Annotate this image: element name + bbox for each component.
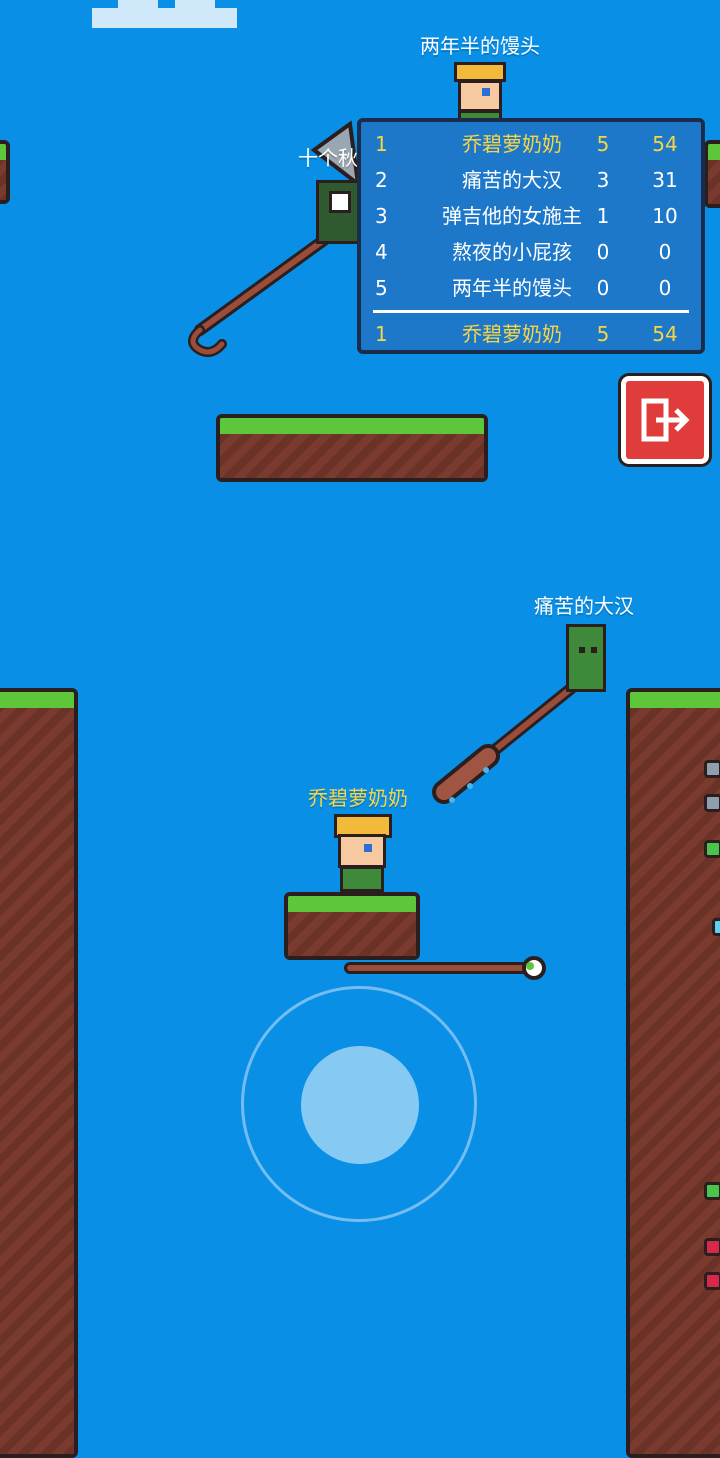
exit-door-arrow-icon xyxy=(641,398,690,442)
score: 0 xyxy=(658,240,672,264)
rank: 1 xyxy=(375,132,388,156)
exit-button[interactable] xyxy=(621,376,709,464)
player-name: 弹吉他的女施主 xyxy=(442,204,582,228)
rank: 5 xyxy=(375,276,388,300)
player-name-top: 两年半的馒头 xyxy=(420,34,540,58)
player-name: 乔碧萝奶奶 xyxy=(462,132,562,156)
kills: 0 xyxy=(596,240,610,264)
score: 10 xyxy=(652,204,678,228)
leaderboard-row: 4 熬夜的小屁孩 0 0 xyxy=(361,234,701,270)
player-avatar-partial xyxy=(316,180,360,244)
player-name: 痛苦的大汉 xyxy=(462,168,562,192)
score: 54 xyxy=(652,322,678,346)
player-name-self: 乔碧萝奶奶 xyxy=(308,786,408,810)
leaderboard-panel: 1 乔碧萝奶奶 5 54 2 痛苦的大汉 3 31 3 弹吉他的女施主 1 10… xyxy=(357,118,705,354)
kills: 5 xyxy=(596,322,610,346)
player-name: 熬夜的小屁孩 xyxy=(452,240,572,264)
player-name-partial: 十个秋 xyxy=(298,146,358,170)
kills: 5 xyxy=(596,132,610,156)
rank: 4 xyxy=(375,240,388,264)
score: 54 xyxy=(652,132,678,156)
score: 31 xyxy=(652,168,678,192)
score: 0 xyxy=(658,276,672,300)
kills: 0 xyxy=(596,276,610,300)
player-name-right: 痛苦的大汉 xyxy=(534,594,634,618)
player-avatar-right xyxy=(566,624,606,692)
player-name: 乔碧萝奶奶 xyxy=(462,322,562,346)
leaderboard-row: 5 两年半的馒头 0 0 xyxy=(361,270,701,306)
staff-weapon xyxy=(344,956,546,980)
leaderboard-divider xyxy=(373,310,689,313)
leaderboard-self-row: 1 乔碧萝奶奶 5 54 xyxy=(361,316,701,352)
joystick-knob[interactable] xyxy=(301,1046,419,1164)
rank: 1 xyxy=(375,322,388,346)
player-avatar-self xyxy=(332,814,394,892)
leaderboard-row: 3 弹吉他的女施主 1 10 xyxy=(361,198,701,234)
player-avatar-top xyxy=(450,62,510,122)
player-name: 两年半的馒头 xyxy=(452,276,572,300)
kills: 3 xyxy=(596,168,610,192)
spiked-club-weapon xyxy=(432,672,590,804)
leaderboard-row: 1 乔碧萝奶奶 5 54 xyxy=(361,126,701,162)
kills: 1 xyxy=(596,204,610,228)
leaderboard-row: 2 痛苦的大汉 3 31 xyxy=(361,162,701,198)
rank: 3 xyxy=(375,204,388,228)
rank: 2 xyxy=(375,168,388,192)
hook-weapon xyxy=(188,226,341,357)
